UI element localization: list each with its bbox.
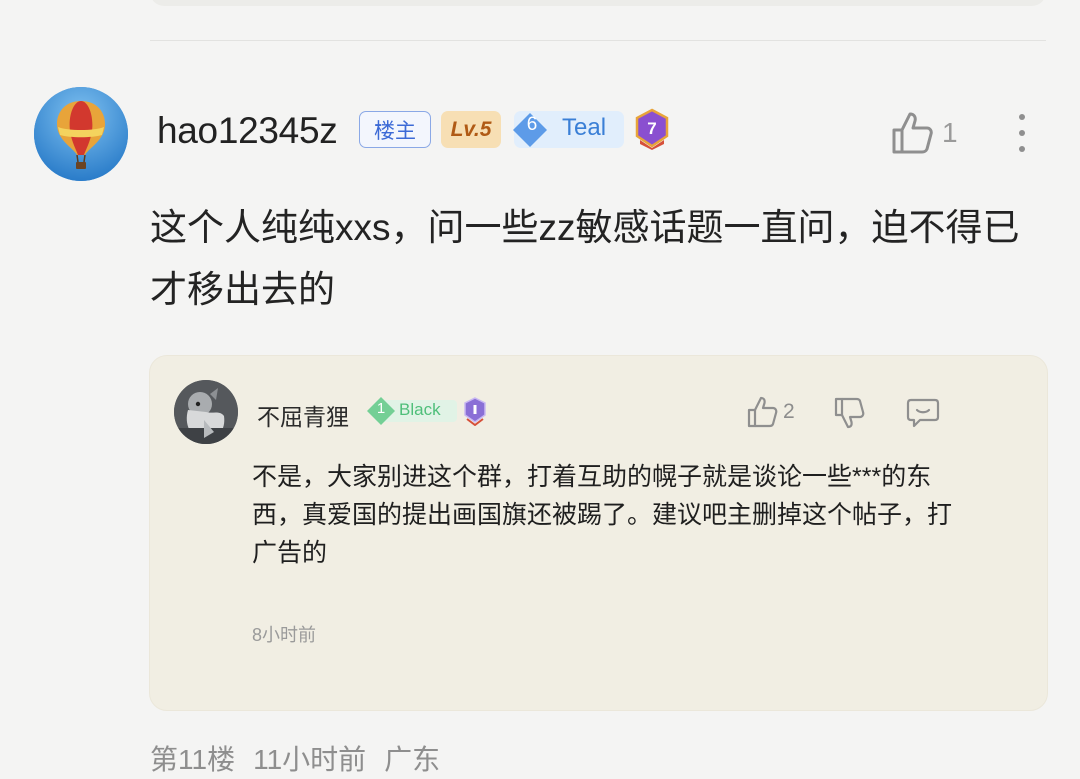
like-count: 1: [942, 117, 958, 148]
medal-number: 7: [647, 119, 656, 138]
username[interactable]: hao12345z: [157, 110, 338, 152]
reply-fan-badge-number: 1: [376, 400, 386, 417]
more-vertical-icon[interactable]: [1012, 112, 1032, 154]
reply-like-count: 2: [783, 400, 795, 423]
floor-number: 第11楼: [150, 744, 236, 775]
comment-location: 广东: [384, 744, 441, 775]
previous-comment-remnant: [150, 0, 1046, 6]
thumbs-up-icon[interactable]: [746, 395, 778, 429]
op-badge: 楼主: [359, 111, 431, 148]
medal-icon[interactable]: 7: [632, 108, 672, 150]
fan-badge[interactable]: 6 Teal: [513, 111, 624, 148]
reply-fan-badge[interactable]: 1 Black: [367, 397, 457, 425]
comment-icon[interactable]: [906, 397, 940, 429]
avatar[interactable]: [34, 87, 128, 181]
reply-username[interactable]: 不屈青狸: [257, 398, 349, 432]
reply-fan-badge-label: Black: [399, 400, 441, 419]
fan-badge-label: Teal: [562, 114, 607, 141]
medal-icon[interactable]: [462, 396, 488, 426]
comment-timestamp: 11小时前: [253, 744, 367, 775]
fan-badge-number: 6: [526, 114, 538, 135]
thumbs-up-icon[interactable]: [890, 110, 934, 156]
comment-text: 这个人纯纯xxs，问一些zz敏感话题一直问，迫不得已才移出去的: [150, 207, 1020, 310]
reply-timestamp: 8小时前: [252, 625, 317, 645]
divider: [150, 40, 1046, 41]
level-badge: Lv.5: [441, 111, 501, 148]
comment-meta: 第11楼 11小时前 广东: [150, 738, 458, 778]
thumbs-down-icon[interactable]: [833, 396, 865, 430]
reply-avatar[interactable]: [174, 380, 238, 444]
reply-text: 不是，大家别进这个群，打着互助的幌子就是谈论一些***的东西，真爱国的提出画国旗…: [252, 463, 953, 567]
